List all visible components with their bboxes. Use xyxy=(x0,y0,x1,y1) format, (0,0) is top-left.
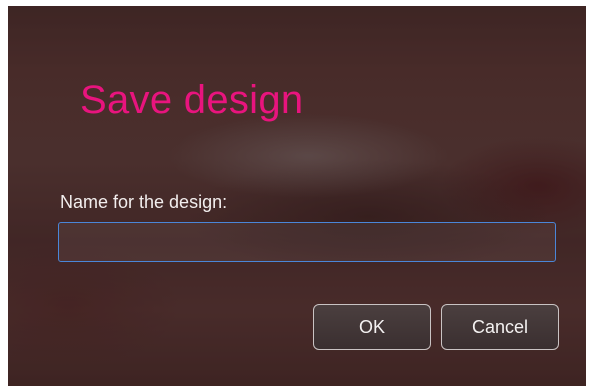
cancel-button[interactable]: Cancel xyxy=(441,304,559,350)
design-name-input[interactable] xyxy=(58,222,556,262)
save-design-dialog: Save design Name for the design: OK Canc… xyxy=(8,6,586,386)
design-name-label: Name for the design: xyxy=(60,192,228,212)
ok-button[interactable]: OK xyxy=(313,304,431,350)
dialog-title: Save design xyxy=(80,78,304,122)
screenshot-frame: Save design Name for the design: OK Canc… xyxy=(0,0,590,392)
